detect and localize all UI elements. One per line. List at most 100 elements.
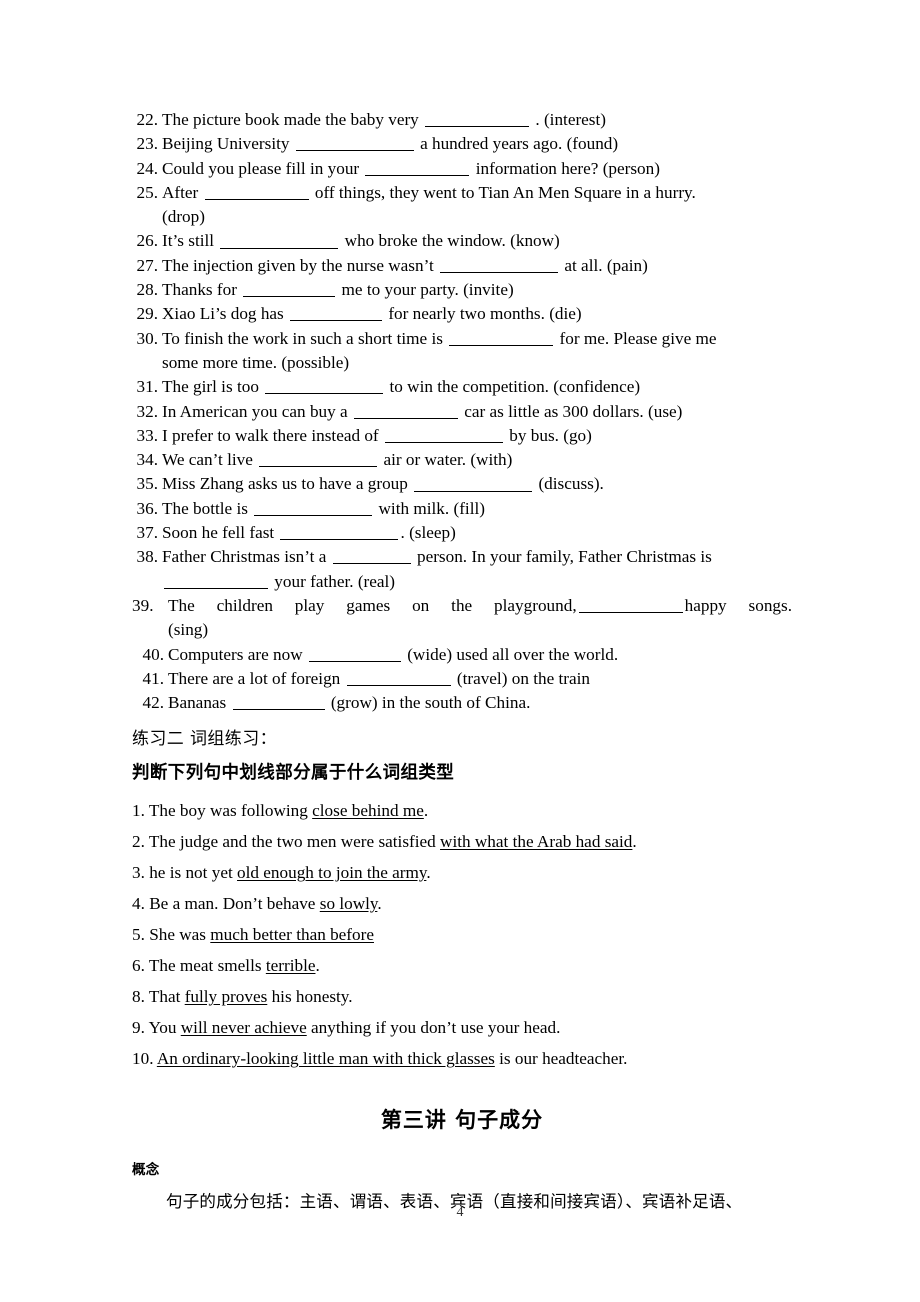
lecture-title: 第三讲 句子成分 xyxy=(380,1108,544,1133)
item-text-segment: I prefer to walk there instead of xyxy=(162,425,383,445)
item-text-segment: by bus. (go) xyxy=(504,425,592,445)
item-text: I prefer to walk there instead of by bus… xyxy=(162,426,592,445)
answer-blank[interactable] xyxy=(440,256,559,273)
answer-blank[interactable] xyxy=(365,158,470,176)
phrase-item-8: 8. That fully proves his honesty. xyxy=(132,981,792,1012)
answer-blank[interactable] xyxy=(295,134,414,152)
phrase-item-1: 1. The boy was following close behind me… xyxy=(132,795,792,826)
item-number: 40. xyxy=(142,644,164,664)
underlined-phrase: old enough to join the army xyxy=(237,863,427,883)
phrase-text-after: . xyxy=(632,832,637,852)
exercise-item-36: 36. The bottle is with milk. (fill) xyxy=(132,497,792,521)
answer-blank[interactable] xyxy=(232,693,325,711)
answer-blank[interactable] xyxy=(265,377,384,395)
answer-blank[interactable] xyxy=(290,304,383,322)
underlined-phrase: terrible xyxy=(265,956,316,976)
exercise-item-25: 25. After off things, they went to Tian A… xyxy=(132,181,792,230)
item-text: We can’t live air or water. (with) xyxy=(162,450,512,469)
exercise-item-42: 42. Bananas (grow) in the south of China. xyxy=(132,691,792,715)
item-text-segment: person. In your family, Father Christmas… xyxy=(412,547,712,567)
answer-blank[interactable] xyxy=(353,401,458,419)
answer-blank[interactable] xyxy=(280,523,399,541)
answer-blank[interactable] xyxy=(332,547,411,565)
item-number: 42. xyxy=(142,693,164,713)
phrase-text-before: The judge and the two men were satisfied xyxy=(148,832,441,852)
answer-blank[interactable] xyxy=(243,280,336,298)
phrase-item-4: 4. Be a man. Don’t behave so lowly. xyxy=(132,888,792,919)
item-text: Xiao Li’s dog has for nearly two months.… xyxy=(162,304,582,323)
item-text-segment: . (sleep) xyxy=(400,523,456,543)
item-text-segment: information here? (person) xyxy=(471,158,660,178)
exercise-item-31: 31. The girl is too to win the competitio… xyxy=(132,375,792,399)
exercise-item-33: 33. I prefer to walk there instead of by … xyxy=(132,424,792,448)
item-text-segment: To finish the work in such a short time … xyxy=(162,328,448,348)
item-text-segment: Miss Zhang asks us to have a group xyxy=(162,474,413,494)
item-text-segment: Father Christmas isn’t a xyxy=(162,547,331,567)
item-text-before: The children play games on the playgroun… xyxy=(168,595,577,615)
item-text-segment: The injection given by the nurse wasn’t xyxy=(162,255,439,275)
item-text-segment: After xyxy=(162,182,203,202)
item-text-segment: car as little as 300 dollars. (use) xyxy=(459,401,683,421)
item-text: Soon he fell fast . (sleep) xyxy=(162,523,456,542)
item-text: The children play games on the playgroun… xyxy=(168,594,792,618)
item-number: 31. xyxy=(136,377,158,397)
fill-in-blank-exercise-list: 22. The picture book made the baby very .… xyxy=(132,108,792,715)
item-number: 27. xyxy=(136,255,158,275)
answer-blank[interactable] xyxy=(204,183,309,200)
exercise-item-32: 32. In American you can buy a car as litt… xyxy=(132,400,792,424)
phrase-text-before: Be a man. Don’t behave xyxy=(149,894,320,914)
item-text: The bottle is with milk. (fill) xyxy=(162,499,485,518)
item-number: 36. xyxy=(136,498,158,518)
answer-blank[interactable] xyxy=(449,328,554,346)
item-number: 24. xyxy=(136,158,158,178)
answer-blank[interactable] xyxy=(254,498,373,516)
exercise-item-30: 30. To finish the work in such a short ti… xyxy=(132,327,792,376)
item-text-after: happy songs. xyxy=(684,595,792,615)
item-number: 2. xyxy=(132,832,149,852)
phrase-exercise-heading-1: 练习二 词组练习： xyxy=(132,729,278,750)
answer-blank[interactable] xyxy=(425,110,530,128)
answer-blank[interactable] xyxy=(414,474,533,492)
phrase-item-5: 5. She was much better than before xyxy=(132,919,792,950)
answer-blank[interactable] xyxy=(578,596,683,613)
item-text-segment: Beijing University xyxy=(162,134,294,154)
phrase-exercise-list: 1. The boy was following close behind me… xyxy=(132,795,792,1074)
exercise-item-39: 39. The children play games on the playg… xyxy=(132,594,792,643)
answer-blank[interactable] xyxy=(164,571,268,589)
item-text-segment: In American you can buy a xyxy=(162,401,352,421)
item-text-segment: The picture book made the baby very xyxy=(162,110,424,129)
item-number: 35. xyxy=(136,474,158,494)
item-text: Beijing University a hundred years ago. … xyxy=(162,134,618,153)
answer-blank[interactable] xyxy=(308,644,401,662)
item-text: The picture book made the baby very . (i… xyxy=(162,110,606,129)
exercise-item-41: 41. There are a lot of foreign (travel) o… xyxy=(132,667,792,691)
phrase-text-before: That xyxy=(148,987,185,1007)
answer-blank[interactable] xyxy=(384,426,503,443)
exercise-item-28: 28. Thanks for me to your party. (invite) xyxy=(132,278,792,302)
item-number: 28. xyxy=(136,280,158,300)
item-text: In American you can buy a car as little … xyxy=(162,402,682,421)
answer-blank[interactable] xyxy=(220,231,339,249)
item-number: 26. xyxy=(136,231,158,251)
item-number: 9. xyxy=(132,1018,149,1038)
phrase-item-2: 2. The judge and the two men were satisf… xyxy=(132,826,792,857)
item-text-segment: your father. (real) xyxy=(270,571,396,591)
item-text-segment: The girl is too xyxy=(162,377,264,397)
item-number: 29. xyxy=(136,304,158,324)
item-number: 5. xyxy=(132,925,150,945)
item-continuation: your father. (real) xyxy=(162,570,792,594)
document-page: 22. The picture book made the baby very .… xyxy=(0,0,920,1302)
exercise-item-29: 29. Xiao Li’s dog has for nearly two mont… xyxy=(132,302,792,326)
item-text-segment: a hundred years ago. (found) xyxy=(415,134,619,154)
underlined-phrase: will never achieve xyxy=(180,1018,307,1038)
phrase-text-after: . xyxy=(315,956,320,976)
item-text-segment: We can’t live xyxy=(162,450,258,470)
phrase-item-10: 10. An ordinary-looking little man with … xyxy=(132,1043,792,1074)
answer-blank[interactable] xyxy=(346,669,451,686)
answer-blank[interactable] xyxy=(259,450,378,468)
item-text-segment: (wide) used all over the world. xyxy=(402,644,619,664)
item-continuation: (sing) xyxy=(168,620,209,640)
exercise-item-35: 35. Miss Zhang asks us to have a group (d… xyxy=(132,472,792,496)
item-text-segment: (discuss). xyxy=(534,474,604,494)
item-text-segment: The bottle is xyxy=(162,498,253,518)
